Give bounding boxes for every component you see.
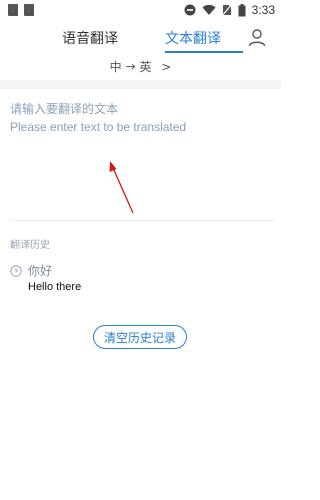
history-item[interactable]: 你好 Hello there bbox=[10, 262, 270, 300]
language-selector[interactable]: 中 → 英 > bbox=[0, 58, 281, 80]
text-input-area[interactable]: 请输入要翻译的文本 Please enter text to be transl… bbox=[10, 100, 270, 210]
source-language: 中 bbox=[109, 60, 122, 74]
history-source-text: 你好 bbox=[28, 264, 53, 278]
clock-icon bbox=[10, 265, 22, 277]
tab-voice-translation[interactable]: 语音翻译 bbox=[62, 28, 118, 48]
target-language: 英 bbox=[139, 60, 152, 74]
do-not-disturb-icon bbox=[184, 4, 196, 16]
history-target-text: Hello there bbox=[28, 281, 82, 293]
wifi-icon bbox=[202, 4, 216, 15]
status-bar: 3:33 bbox=[0, 0, 281, 22]
notification-icons bbox=[8, 4, 34, 16]
user-profile-icon[interactable] bbox=[247, 27, 267, 47]
annotation-arrow-icon bbox=[109, 161, 134, 214]
no-sim-icon bbox=[221, 4, 232, 16]
clock-time: 3:33 bbox=[251, 3, 275, 17]
chevron-right-icon: > bbox=[161, 59, 172, 74]
battery-icon bbox=[238, 3, 246, 16]
top-navigation: 语音翻译 文本翻译 bbox=[0, 22, 281, 56]
clear-history-button[interactable]: 清空历史记录 bbox=[93, 325, 187, 349]
section-divider bbox=[0, 80, 281, 89]
input-placeholder-cn: 请输入要翻译的文本 bbox=[10, 102, 119, 116]
active-tab-indicator bbox=[165, 51, 243, 53]
system-icons: 3:33 bbox=[184, 3, 275, 17]
divider-line bbox=[10, 220, 275, 221]
a-notification-icon bbox=[24, 4, 34, 16]
direction-arrow: → bbox=[125, 59, 136, 74]
history-title: 翻译历史 bbox=[10, 240, 50, 251]
input-placeholder-en: Please enter text to be translated bbox=[10, 120, 187, 134]
image-notification-icon bbox=[8, 4, 18, 16]
tab-text-translation[interactable]: 文本翻译 bbox=[165, 28, 221, 48]
